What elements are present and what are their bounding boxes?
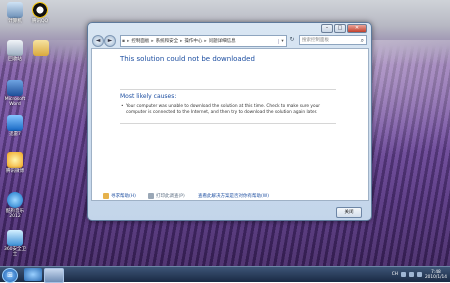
print-link[interactable]: 打印此调查(P) [148,193,185,199]
window-titlebar[interactable]: – □ ✕ [88,23,371,33]
refresh-icon[interactable]: ↻ [287,35,297,45]
desktop-icon-label: 腾讯微博 [6,169,24,174]
desktop-icon-qq[interactable]: 腾讯QQ [27,2,53,24]
taskbar: ⊞ CH 7:48 2010/1/14 [0,266,450,283]
clock[interactable]: 7:48 2010/1/14 [425,270,447,280]
system-tray: CH 7:48 2010/1/14 [392,268,447,281]
flag-icon[interactable] [416,272,422,277]
close-button[interactable]: 关闭 [336,207,362,218]
navigation-bar: ◄ ► ▪ ▸ 控制面板 ▸ 系统和安全 ▸ 操作中心 ▸ 问题详细信息 ▾ ↻… [90,34,367,47]
desktop-icon-xunlei[interactable]: 迅雷7 [2,115,28,137]
page-title: This solution could not be downloaded [120,55,255,63]
get-help-link[interactable]: 寻求帮助(H) [103,193,136,199]
language-indicator[interactable]: CH [392,272,398,277]
desktop-icon-360[interactable]: 360安全卫士 [2,230,28,257]
word-icon [7,80,23,96]
desktop-icon-word[interactable]: Microsoft Word [2,80,28,107]
clock-date: 2010/1/14 [424,274,447,280]
qq-penguin-icon [32,2,48,18]
desktop-icon-computer[interactable]: 计算机 [2,2,28,24]
desktop-icon-recycle-bin[interactable]: 回收站 [2,40,28,62]
cause-description: • Your computer was unable to download t… [121,104,334,115]
search-icon[interactable]: ⌕ [361,36,364,46]
network-icon[interactable] [400,272,406,277]
desktop-icon-label: 酷狗音乐2012 [6,209,24,219]
print-label: 打印此调查(P) [156,194,185,199]
breadcrumb-problem-details[interactable]: 问题详细信息 [208,38,237,44]
chevron-down-icon[interactable]: ▾ [278,38,286,44]
volume-icon[interactable] [408,272,414,277]
desktop-icon-kugou[interactable]: 酷狗音乐2012 [2,192,28,219]
cause-text: Your computer was unable to download the… [126,104,321,115]
address-bar[interactable]: ▪ ▸ 控制面板 ▸ 系统和安全 ▸ 操作中心 ▸ 问题详细信息 ▾ [120,35,287,47]
get-help-label: 寻求帮助(H) [111,194,136,199]
bullet-icon: • [121,104,124,109]
window-close-button[interactable]: ✕ [347,24,367,33]
security-shield-icon [7,230,23,246]
minimize-button[interactable]: – [321,24,333,33]
window-controls: – □ ✕ [321,24,367,33]
kugou-icon [7,192,23,208]
desktop-icon-label: 迅雷7 [9,132,21,137]
dialog-button-bar: 关闭 [88,202,371,220]
back-arrow-icon[interactable]: ◄ [92,35,104,47]
maximize-button[interactable]: □ [334,24,346,33]
desktop-icon-label: 计算机 [8,19,22,24]
help-icon [103,193,109,199]
folder-icon [33,40,49,56]
content-pane: This solution could not be downloaded Mo… [91,48,369,201]
section-heading: Most likely causes: [120,93,177,100]
divider [120,89,336,90]
problem-details-window: – □ ✕ ◄ ► ▪ ▸ 控制面板 ▸ 系统和安全 ▸ 操作中心 ▸ 问题详细… [87,22,372,221]
desktop-icon-weibo[interactable]: 腾讯微博 [2,152,28,174]
desktop-icon-folder[interactable] [28,40,54,57]
feedback-link[interactable]: 查看此解决方案是否对你有帮助(W) [198,193,269,199]
breadcrumb-action-center[interactable]: 操作中心 [183,38,203,44]
forward-arrow-icon[interactable]: ► [104,35,116,47]
printer-icon [148,193,154,199]
desktop-icon-label: Microsoft Word [4,97,26,107]
breadcrumb-control-panel[interactable]: 控制面板 [130,38,150,44]
search-input[interactable]: 搜索控制面板 ⌕ [299,35,367,45]
internet-explorer-icon[interactable] [24,268,42,281]
weibo-icon [7,152,23,168]
desktop-icon-label: 360安全卫士 [3,247,27,257]
divider [120,123,336,124]
xunlei-icon [7,115,23,131]
recycle-bin-icon [7,40,23,56]
footer-links: 寻求帮助(H) 打印此调查(P) 查看此解决方案是否对你有帮助(W) [103,193,363,202]
desktop-icon-label: 腾讯QQ [31,19,49,24]
desktop-icon-label: 回收站 [8,57,22,62]
feedback-label: 查看此解决方案是否对你有帮助(W) [198,194,269,199]
search-placeholder: 搜索控制面板 [302,38,329,43]
breadcrumb-system-security[interactable]: 系统和安全 [155,38,180,44]
computer-icon [7,2,23,18]
